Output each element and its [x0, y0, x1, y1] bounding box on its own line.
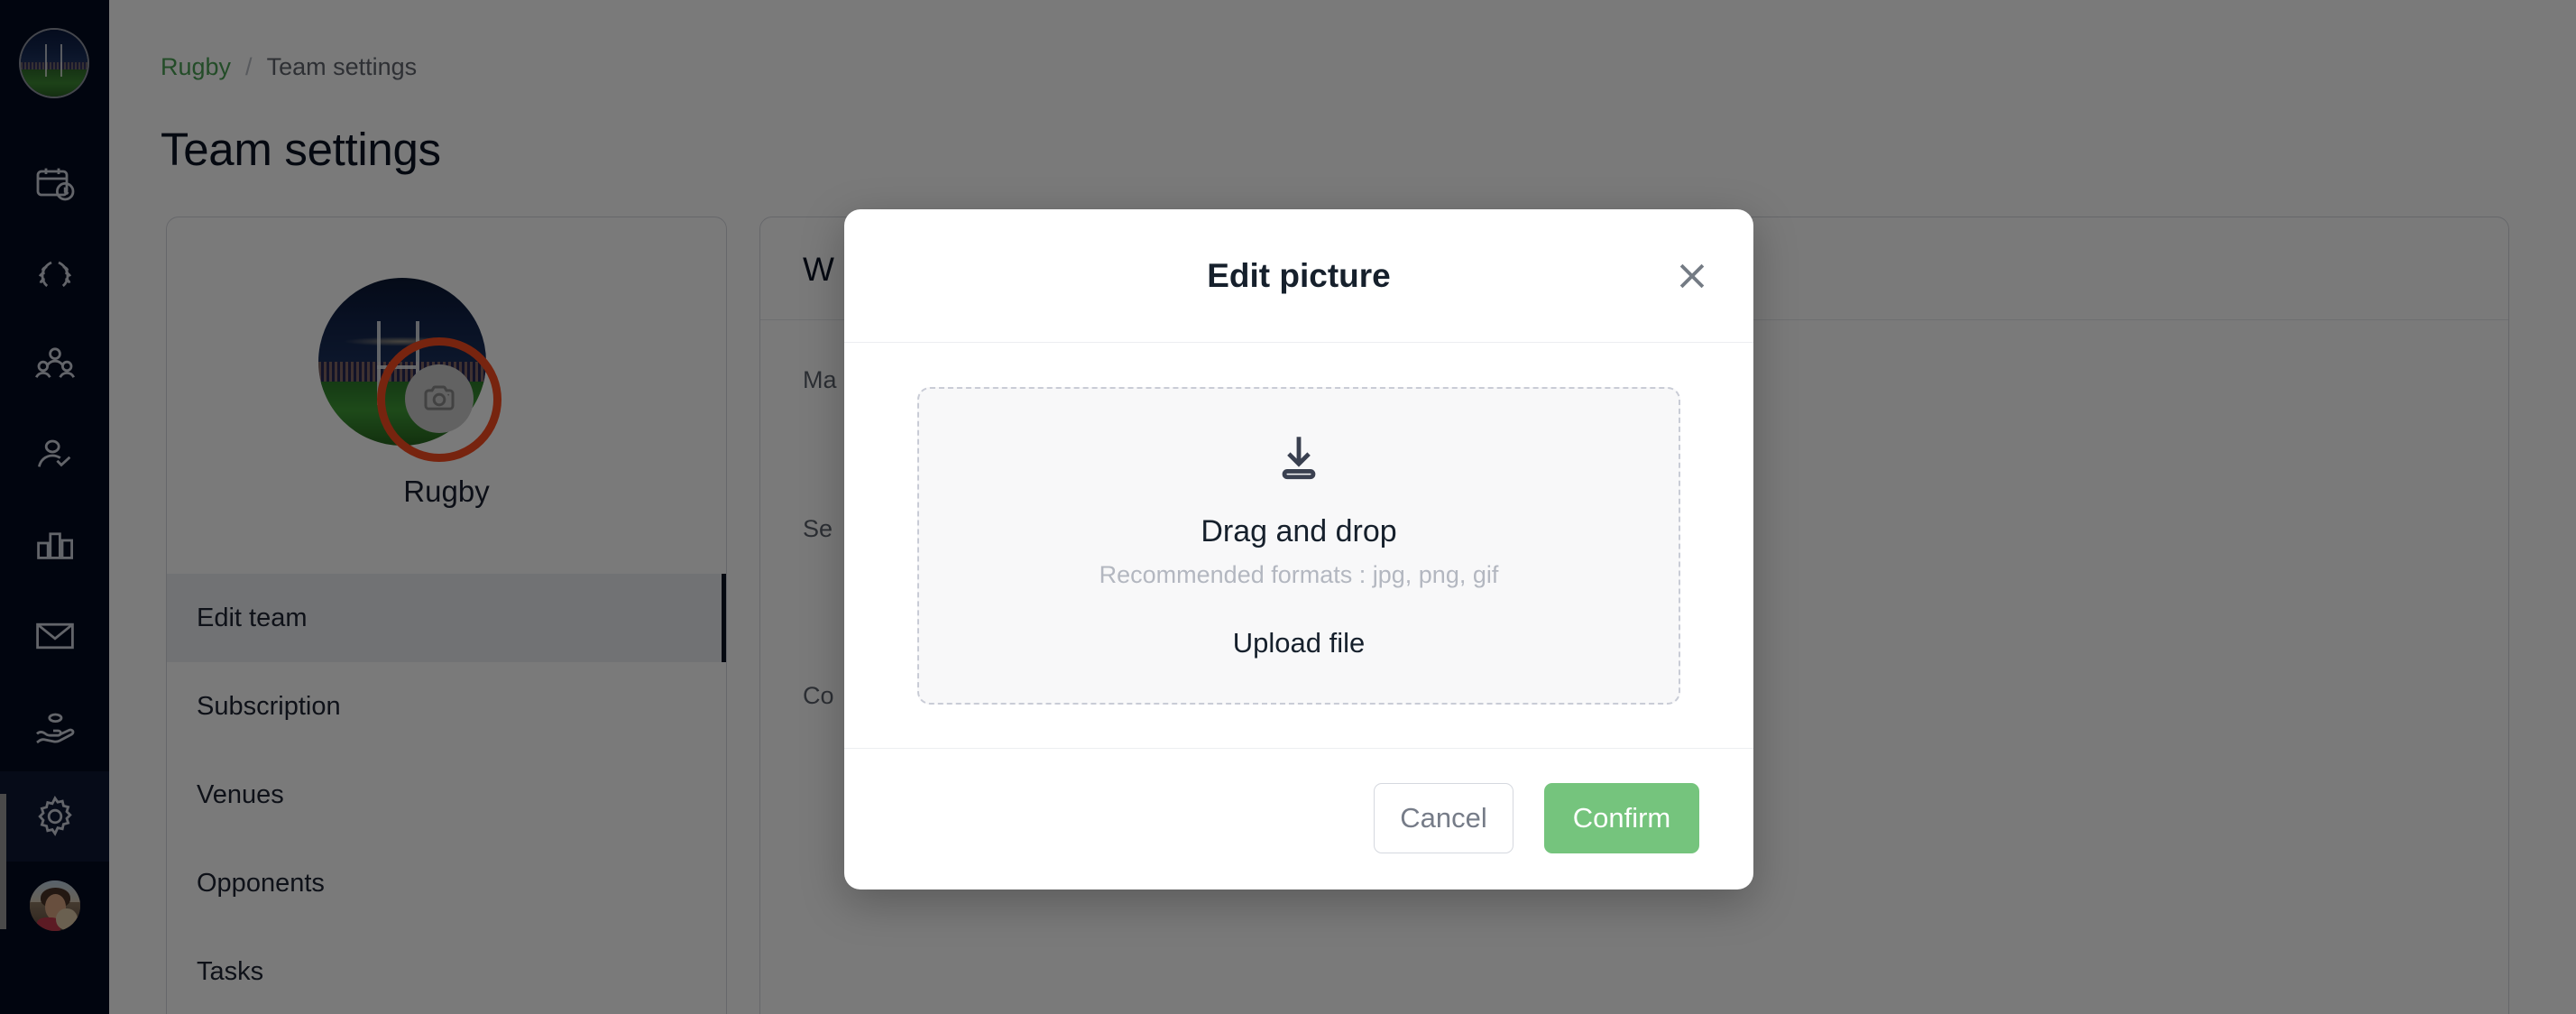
modal-body: Drag and drop Recommended formats : jpg,…: [844, 343, 1753, 749]
modal-header: Edit picture: [844, 209, 1753, 343]
close-icon: [1679, 263, 1705, 288]
upload-file-button[interactable]: Upload file: [1233, 627, 1365, 659]
modal-title: Edit picture: [1207, 256, 1391, 294]
dropzone-title: Drag and drop: [1201, 514, 1397, 548]
cancel-button[interactable]: Cancel: [1374, 783, 1513, 853]
close-button[interactable]: [1669, 253, 1716, 300]
edit-picture-modal: Edit picture Drag and drop Recommended f…: [844, 209, 1753, 890]
modal-footer: Cancel Confirm: [844, 749, 1753, 888]
app-root: Rugby / Team settings Team settings: [0, 0, 2576, 1014]
dropzone-subtitle: Recommended formats : jpg, png, gif: [1099, 561, 1499, 588]
download-upload-arrow-icon: [1282, 437, 1316, 480]
file-dropzone[interactable]: Drag and drop Recommended formats : jpg,…: [917, 386, 1680, 705]
confirm-button[interactable]: Confirm: [1544, 783, 1699, 853]
